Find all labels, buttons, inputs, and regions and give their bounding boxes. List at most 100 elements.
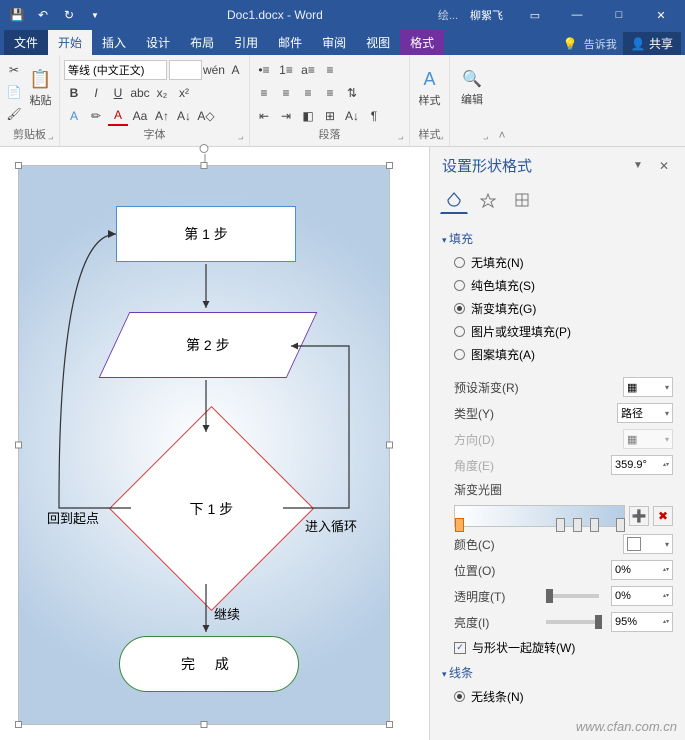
styles-button[interactable]: A 样式: [414, 57, 445, 119]
char-border-button[interactable]: A: [226, 60, 245, 80]
char-shading-button[interactable]: Aa: [130, 106, 150, 126]
rotation-handle[interactable]: [200, 144, 209, 153]
italic-button[interactable]: I: [86, 83, 106, 103]
brightness-input[interactable]: 95%: [611, 612, 673, 632]
gradient-angle-input[interactable]: 359.9°: [611, 455, 673, 475]
tab-review[interactable]: 审阅: [312, 30, 356, 55]
fill-none-radio[interactable]: 无填充(N): [442, 251, 673, 274]
fill-solid-radio[interactable]: 纯色填充(S): [442, 274, 673, 297]
cut-button[interactable]: ✂: [4, 60, 24, 80]
paste-button[interactable]: 📋 粘贴: [26, 57, 55, 119]
undo-button[interactable]: ↶: [32, 4, 54, 26]
tell-me-input[interactable]: 告诉我: [584, 36, 617, 52]
flowchart-step1[interactable]: 第 1 步: [116, 206, 296, 262]
line-spacing-button[interactable]: ⇅: [342, 83, 362, 103]
rotate-with-shape-checkbox[interactable]: ✓与形状一起旋转(W): [442, 635, 673, 660]
resize-handle[interactable]: [386, 721, 393, 728]
align-right-button[interactable]: ≡: [298, 83, 318, 103]
text-effects-button[interactable]: A: [64, 106, 84, 126]
shrink-font-button[interactable]: A↓: [174, 106, 194, 126]
close-button[interactable]: ✕: [641, 2, 681, 28]
share-button[interactable]: 👤 共享: [623, 32, 681, 55]
stop-position-input[interactable]: 0%: [611, 560, 673, 580]
fill-section-header[interactable]: 填充: [442, 226, 673, 251]
resize-handle[interactable]: [201, 721, 208, 728]
font-size-combo[interactable]: [169, 60, 202, 80]
editing-button[interactable]: 🔍 编辑: [454, 57, 490, 119]
gradient-stop[interactable]: [573, 518, 582, 532]
drawing-canvas-selection[interactable]: 第 1 步 第 2 步 下 1 步 完 成 回到起点 进入循环 继续: [18, 165, 390, 725]
stop-color-dropdown[interactable]: [623, 534, 673, 554]
gradient-stops-bar[interactable]: [454, 505, 625, 527]
tab-view[interactable]: 视图: [356, 30, 400, 55]
minimize-button[interactable]: —: [557, 2, 597, 28]
align-center-button[interactable]: ≡: [276, 83, 296, 103]
redo-button[interactable]: ↻: [58, 4, 80, 26]
shading-button[interactable]: ◧: [298, 106, 318, 126]
ruby-button[interactable]: wén: [204, 60, 224, 80]
resize-handle[interactable]: [15, 442, 22, 449]
resize-handle[interactable]: [386, 162, 393, 169]
superscript-button[interactable]: x²: [174, 83, 194, 103]
format-painter-button[interactable]: 🖌: [4, 104, 24, 124]
font-color-button[interactable]: A: [108, 106, 128, 126]
borders-button[interactable]: ⊞: [320, 106, 340, 126]
flowchart-decision[interactable]: 下 1 步: [109, 406, 314, 611]
bold-button[interactable]: B: [64, 83, 84, 103]
resize-handle[interactable]: [15, 162, 22, 169]
qat-customize-button[interactable]: ▼: [84, 4, 106, 26]
remove-stop-button[interactable]: ✖: [653, 506, 673, 526]
fill-line-tab[interactable]: [440, 186, 468, 214]
document-canvas[interactable]: 第 1 步 第 2 步 下 1 步 完 成 回到起点 进入循环 继续: [0, 147, 429, 740]
tab-mail[interactable]: 邮件: [268, 30, 312, 55]
preset-gradient-dropdown[interactable]: ▦: [623, 377, 673, 397]
tab-references[interactable]: 引用: [224, 30, 268, 55]
add-stop-button[interactable]: ➕: [629, 506, 649, 526]
clear-format-button[interactable]: A◇: [196, 106, 216, 126]
flowchart-step2[interactable]: 第 2 步: [99, 312, 318, 378]
align-left-button[interactable]: ≡: [254, 83, 274, 103]
transparency-input[interactable]: 0%: [611, 586, 673, 606]
resize-handle[interactable]: [386, 442, 393, 449]
flowchart-done[interactable]: 完 成: [119, 636, 299, 692]
line-none-radio[interactable]: 无线条(N): [442, 685, 673, 708]
maximize-button[interactable]: □: [599, 2, 639, 28]
tab-file[interactable]: 文件: [4, 30, 48, 55]
indent-inc-button[interactable]: ⇥: [276, 106, 296, 126]
fill-gradient-radio[interactable]: 渐变填充(G): [442, 297, 673, 320]
pane-menu-button[interactable]: ▼: [627, 158, 649, 173]
align-dist-button[interactable]: ≡: [320, 60, 340, 80]
bullets-button[interactable]: •≡: [254, 60, 274, 80]
show-marks-button[interactable]: ¶: [364, 106, 384, 126]
highlight-button[interactable]: ✏: [86, 106, 106, 126]
strike-button[interactable]: abc: [130, 83, 150, 103]
layout-tab[interactable]: [508, 186, 536, 214]
line-section-header[interactable]: 线条: [442, 660, 673, 685]
resize-handle[interactable]: [15, 721, 22, 728]
gradient-stop[interactable]: [556, 518, 565, 532]
tab-home[interactable]: 开始: [48, 30, 92, 55]
fill-pattern-radio[interactable]: 图案填充(A): [442, 343, 673, 366]
ribbon-display-button[interactable]: ▭: [515, 2, 555, 28]
gradient-stop[interactable]: [455, 518, 464, 532]
copy-button[interactable]: 📄: [4, 82, 24, 102]
gradient-stop[interactable]: [590, 518, 599, 532]
multilevel-button[interactable]: a≡: [298, 60, 318, 80]
align-justify-button[interactable]: ≡: [320, 83, 340, 103]
numbering-button[interactable]: 1≡: [276, 60, 296, 80]
sort-button[interactable]: A↓: [342, 106, 362, 126]
indent-dec-button[interactable]: ⇤: [254, 106, 274, 126]
font-name-combo[interactable]: 等线 (中文正文): [64, 60, 167, 80]
tab-format[interactable]: 格式: [400, 30, 444, 55]
grow-font-button[interactable]: A↑: [152, 106, 172, 126]
pane-close-button[interactable]: ✕: [655, 157, 673, 175]
effects-tab[interactable]: [474, 186, 502, 214]
gradient-type-dropdown[interactable]: 路径: [617, 403, 673, 423]
underline-button[interactable]: U: [108, 83, 128, 103]
brightness-slider[interactable]: [546, 620, 599, 624]
fill-picture-radio[interactable]: 图片或纹理填充(P): [442, 320, 673, 343]
subscript-button[interactable]: x₂: [152, 83, 172, 103]
tab-insert[interactable]: 插入: [92, 30, 136, 55]
resize-handle[interactable]: [201, 162, 208, 169]
collapse-ribbon-button[interactable]: ˄: [494, 55, 510, 146]
